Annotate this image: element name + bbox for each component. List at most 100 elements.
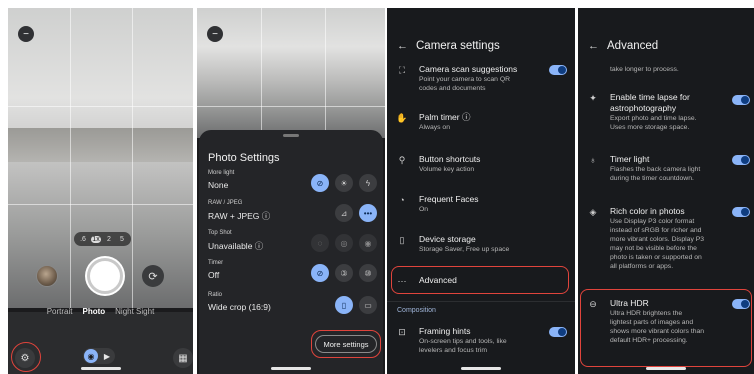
flash-icon[interactable]: ϟ bbox=[359, 174, 377, 192]
top-shot-auto-icon[interactable]: ◎ bbox=[335, 234, 353, 252]
minus-circle-icon[interactable]: − bbox=[18, 26, 34, 42]
setting-value: RAW + JPEG ⓘ bbox=[208, 211, 271, 221]
setting-label: Ratio bbox=[208, 292, 223, 298]
grid-line bbox=[8, 204, 193, 205]
setting-title: Rich color in photos bbox=[610, 206, 685, 216]
header: ← Advanced bbox=[588, 40, 658, 52]
photo-settings-screen: − Photo Settings More light None ⊘ ☀ ϟ R… bbox=[197, 8, 385, 374]
sheet-title: Photo Settings bbox=[208, 152, 280, 164]
setting-label: Top Shot bbox=[208, 230, 232, 236]
toggle-switch[interactable] bbox=[732, 95, 750, 105]
grid-icon[interactable]: ▦ bbox=[173, 348, 193, 368]
ratio-wide-icon[interactable]: ▯ bbox=[335, 296, 353, 314]
setting-palm-timer[interactable]: ✋ Palm timer ⓘ Always on bbox=[387, 112, 575, 136]
setting-desc: Uses more storage space. bbox=[610, 124, 690, 131]
header: ← Camera settings bbox=[397, 40, 500, 52]
timer-10s-icon[interactable]: ⑩ bbox=[359, 264, 377, 282]
mode-item[interactable]: Portrait bbox=[47, 307, 73, 316]
ratio-full-icon[interactable]: ▭ bbox=[359, 296, 377, 314]
zoom-selector[interactable]: .6 1x 2 5 bbox=[74, 232, 131, 246]
viewfinder-scene bbox=[8, 128, 193, 162]
toggle-switch[interactable] bbox=[732, 155, 750, 165]
video-icon[interactable]: ▶ bbox=[100, 349, 114, 363]
setting-title: astrophotography bbox=[610, 103, 677, 113]
jpeg-icon[interactable]: ⊿ bbox=[335, 204, 353, 222]
back-arrow-icon[interactable]: ← bbox=[588, 40, 599, 52]
sparkle-icon: ✦ bbox=[589, 93, 597, 103]
toggle-switch[interactable] bbox=[732, 207, 750, 217]
color-fill-icon: ◈ bbox=[589, 207, 597, 217]
setting-label: Timer bbox=[208, 260, 224, 266]
light-auto-icon[interactable]: ☀ bbox=[335, 174, 353, 192]
face-icon: ◔ bbox=[399, 195, 405, 205]
setting-desc: On bbox=[419, 206, 429, 213]
minus-circle-icon[interactable]: − bbox=[207, 26, 223, 42]
setting-value: Unavailable ⓘ bbox=[208, 241, 264, 251]
storage-icon: ▯ bbox=[399, 235, 405, 245]
setting-label: More light bbox=[208, 170, 235, 176]
setting-value: None bbox=[208, 180, 229, 190]
setting-frequent-faces[interactable]: ◔ Frequent Faces On bbox=[387, 194, 575, 218]
timer-3s-icon[interactable]: ③ bbox=[335, 264, 353, 282]
setting-title: Frequent Faces bbox=[419, 194, 479, 204]
back-arrow-icon[interactable]: ← bbox=[397, 40, 408, 52]
zoom-option[interactable]: 5 bbox=[117, 236, 127, 243]
button-shortcut-icon: ⚲ bbox=[398, 155, 406, 165]
setting-device-storage[interactable]: ▯ Device storage Storage Saver, Free up … bbox=[387, 234, 575, 258]
setting-desc: during the timer countdown. bbox=[610, 175, 694, 182]
raw-jpeg-icon[interactable]: ••• bbox=[359, 204, 377, 222]
camera-icon[interactable]: ◉ bbox=[84, 349, 98, 363]
camera-viewfinder-screen: − .6 1x 2 5 ⟳ Portrait Photo Night Sight… bbox=[8, 8, 193, 374]
setting-button-shortcuts[interactable]: ⚲ Button shortcuts Volume key action bbox=[387, 154, 575, 178]
setting-framing-hints[interactable]: ⊡ Framing hints On-screen tips and tools… bbox=[387, 326, 575, 360]
mode-item[interactable]: Night Sight bbox=[115, 307, 154, 316]
setting-title: Enable time lapse for bbox=[610, 92, 690, 102]
camera-settings-screen: ← Camera settings ⛶ Camera scan suggesti… bbox=[387, 8, 575, 374]
scan-icon: ⛶ bbox=[398, 65, 406, 75]
toggle-switch[interactable] bbox=[549, 327, 567, 337]
mode-strip[interactable]: Portrait Photo Night Sight bbox=[8, 300, 193, 322]
grid-line bbox=[325, 8, 326, 138]
timer-off-icon[interactable]: ⊘ bbox=[311, 264, 329, 282]
sheet-handle[interactable] bbox=[283, 134, 299, 137]
setting-label: RAW / JPEG bbox=[208, 200, 243, 206]
setting-camera-scan[interactable]: ⛶ Camera scan suggestions Point your cam… bbox=[387, 64, 575, 98]
setting-title: Framing hints bbox=[419, 326, 471, 336]
grid-line bbox=[197, 106, 385, 107]
grid-line bbox=[70, 8, 71, 308]
switch-camera-icon[interactable]: ⟳ bbox=[142, 265, 164, 287]
setting-top-shot: Top Shot Unavailable ⓘ ◌ ◎ ◉ bbox=[208, 230, 380, 260]
setting-value: Off bbox=[208, 270, 220, 280]
page-title: Camera settings bbox=[416, 40, 500, 52]
top-shot-on-icon[interactable]: ◉ bbox=[359, 234, 377, 252]
setting-desc: Storage Saver, Free up space bbox=[419, 246, 510, 253]
setting-title: Palm timer ⓘ bbox=[419, 112, 471, 122]
setting-timer: Timer Off ⊘ ③ ⑩ bbox=[208, 260, 380, 290]
photo-video-toggle[interactable]: ◉ ▶ bbox=[83, 348, 115, 364]
setting-desc: all platforms or apps. bbox=[610, 263, 674, 270]
setting-rich-color[interactable]: ◈ Rich color in photos Use Display P3 co… bbox=[578, 206, 754, 272]
setting-desc: On-screen tips and tools, like bbox=[419, 338, 507, 345]
zoom-option-selected[interactable]: 1x bbox=[91, 235, 101, 243]
setting-timer-light[interactable]: ♁ Timer light Flashes the back camera li… bbox=[578, 154, 754, 188]
mode-item-active[interactable]: Photo bbox=[82, 307, 105, 316]
grid-line bbox=[132, 8, 133, 308]
setting-desc: instead of sRGB for richer and bbox=[610, 227, 702, 234]
top-shot-off-icon[interactable]: ◌ bbox=[311, 234, 329, 252]
setting-ratio: Ratio Wide crop (16:9) ▯ ▭ bbox=[208, 292, 380, 322]
gallery-thumbnail[interactable] bbox=[36, 265, 58, 287]
setting-time-lapse-astro[interactable]: ✦ Enable time lapse for astrophotography… bbox=[578, 92, 754, 142]
framing-icon: ⊡ bbox=[398, 327, 406, 337]
palm-icon: ✋ bbox=[396, 113, 408, 123]
setting-title: Camera scan suggestions bbox=[419, 64, 518, 74]
toggle-switch[interactable] bbox=[549, 65, 567, 75]
light-off-icon[interactable]: ⊘ bbox=[311, 174, 329, 192]
setting-desc: codes and documents bbox=[419, 85, 486, 92]
setting-more-light: More light None ⊘ ☀ ϟ bbox=[208, 170, 380, 200]
setting-desc-fragment: take longer to process. bbox=[610, 66, 679, 73]
shutter-button[interactable] bbox=[87, 258, 123, 294]
highlight-ultra-hdr bbox=[580, 289, 752, 367]
highlight-settings-icon bbox=[11, 342, 41, 372]
zoom-option[interactable]: 2 bbox=[104, 236, 114, 243]
zoom-option[interactable]: .6 bbox=[78, 236, 88, 243]
